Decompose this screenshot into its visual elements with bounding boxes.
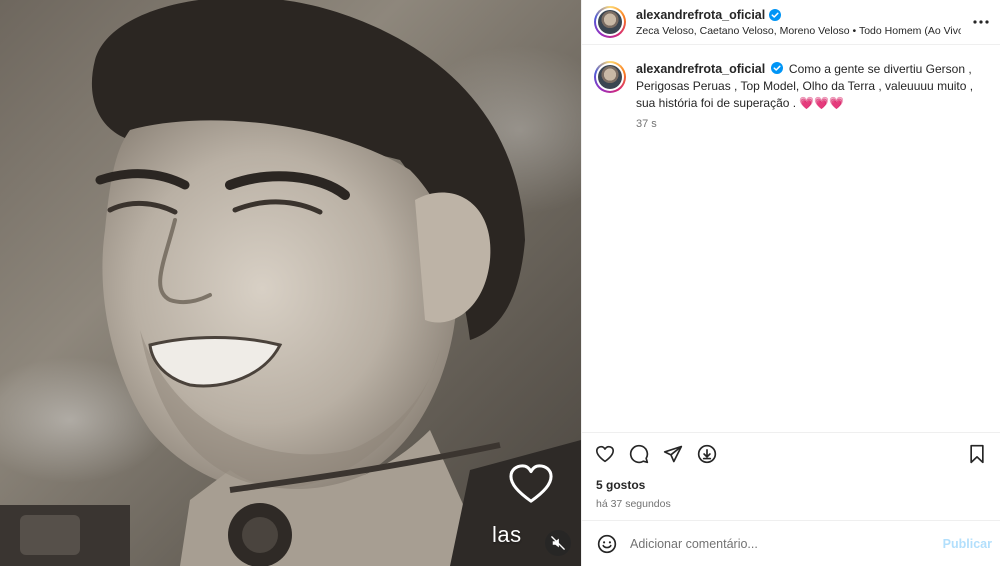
- caption-timestamp[interactable]: 37 s: [636, 118, 976, 130]
- bookmark-icon[interactable]: [966, 443, 988, 465]
- author-avatar[interactable]: [594, 6, 626, 38]
- caption-author-avatar[interactable]: [594, 61, 626, 93]
- share-icon[interactable]: [662, 443, 684, 465]
- save-download-icon[interactable]: [696, 443, 718, 465]
- instagram-post: las alexandrefrota_oficial Zeca Veloso, …: [0, 0, 1000, 566]
- post-media[interactable]: las: [0, 0, 581, 566]
- post-actions: [582, 432, 1000, 474]
- post-timestamp: há 37 segundos: [596, 498, 671, 510]
- caption-body: alexandrefrota_oficial Como a gente se d…: [636, 61, 976, 130]
- audio-track-link[interactable]: Zeca Veloso, Caetano Veloso, Moreno Velo…: [636, 25, 961, 37]
- post-side-panel: alexandrefrota_oficial Zeca Veloso, Caet…: [581, 0, 1000, 566]
- heart-icon[interactable]: [594, 443, 616, 465]
- verified-badge-icon: [770, 62, 783, 74]
- publish-button[interactable]: Publicar: [943, 537, 992, 551]
- comment-icon[interactable]: [628, 443, 650, 465]
- author-username[interactable]: alexandrefrota_oficial: [636, 8, 765, 22]
- caption-username[interactable]: alexandrefrota_oficial: [636, 62, 765, 76]
- portrait-photo: [0, 0, 581, 566]
- post-header: alexandrefrota_oficial Zeca Veloso, Caet…: [582, 0, 1000, 45]
- header-text: alexandrefrota_oficial Zeca Veloso, Caet…: [636, 8, 961, 37]
- add-comment-bar: Publicar: [582, 520, 1000, 566]
- likes-count[interactable]: 5 gostos: [582, 474, 1000, 492]
- video-caption-overlay: las: [492, 522, 522, 547]
- more-options-icon[interactable]: [972, 13, 990, 31]
- comments-area: alexandrefrota_oficial Como a gente se d…: [582, 45, 1000, 432]
- caption-text: alexandrefrota_oficial Como a gente se d…: [636, 61, 976, 112]
- emoji-icon[interactable]: [596, 533, 618, 555]
- username-row: alexandrefrota_oficial: [636, 8, 961, 22]
- verified-badge-icon: [769, 8, 782, 21]
- comment-input[interactable]: [630, 536, 943, 551]
- heart-outline-icon[interactable]: [508, 463, 554, 505]
- post-caption: alexandrefrota_oficial Como a gente se d…: [594, 61, 988, 130]
- muted-speaker-icon[interactable]: [545, 530, 571, 556]
